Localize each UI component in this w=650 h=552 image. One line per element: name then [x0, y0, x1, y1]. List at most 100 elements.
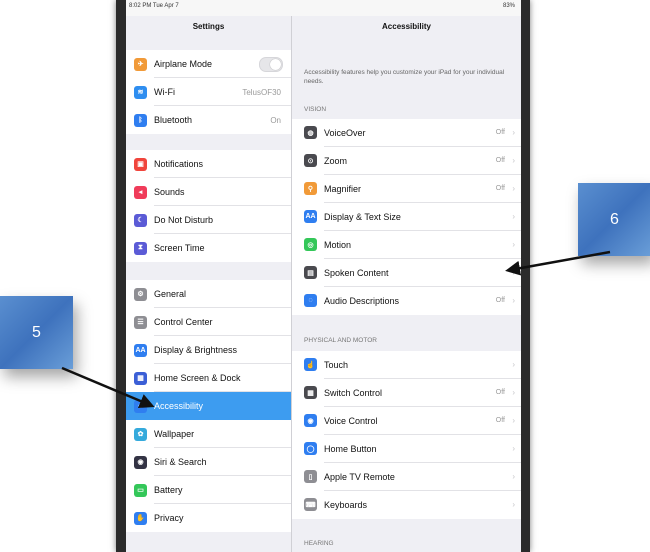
status-time: 8:02 PM Tue Apr 7	[129, 3, 179, 9]
sidebar-item-privacy[interactable]: ✋ Privacy	[126, 504, 291, 532]
sidebar-item-label: Wi-Fi	[154, 87, 175, 97]
sidebar-item-sounds[interactable]: ◂ Sounds	[126, 178, 291, 206]
zoom-icon: ⊙	[304, 154, 317, 167]
sidebar-item-label: General	[154, 289, 187, 299]
sidebar-item-do-not-disturb[interactable]: ☾ Do Not Disturb	[126, 206, 291, 234]
sidebar-item-siri-and-search[interactable]: ◉ Siri & Search	[126, 448, 291, 476]
accessibility-item-home-button[interactable]: ◯ Home Button ›	[292, 435, 521, 463]
sidebar-group: ▣ Notifications ◂ Sounds ☾ Do Not Disturb ⧗ Scr…	[126, 150, 291, 262]
airplane-icon: ✈	[134, 57, 147, 71]
chevron-right-icon: ›	[512, 500, 515, 509]
sidebar-item-airplane-mode[interactable]: ✈ Airplane Mode	[126, 50, 291, 78]
ipad-screen: 8:02 PM Tue Apr 7 83% Settings ✈ Airplane…	[126, 0, 521, 552]
accessibility-item-value: Off	[495, 129, 505, 136]
moon-icon: ☾	[134, 213, 147, 227]
sidebar-item-general[interactable]: ⚙ General	[126, 280, 291, 308]
accessibility-item-keyboards[interactable]: ⌨ Keyboards ›	[292, 491, 521, 519]
accessibility-item-apple-tv-remote[interactable]: ▯ Apple TV Remote ›	[292, 463, 521, 491]
sidebar-item-label: Control Center	[154, 317, 213, 327]
accessibility-item-label: Home Button	[324, 444, 377, 454]
accessibility-item-label: Spoken Content	[324, 268, 389, 278]
sidebar-item-label: Notifications	[154, 159, 204, 169]
sidebar-group: ✈ Airplane Mode ≋ Wi-Fi TelusOF30 ᛒ Bluetooth O…	[126, 50, 291, 134]
display-icon: AA	[134, 343, 147, 357]
accessibility-panel: Accessibility Accessibility features hel…	[292, 16, 521, 552]
accessibility-item-label: VoiceOver	[324, 128, 366, 138]
voice-control-icon: ◉	[304, 414, 317, 427]
sidebar-item-label: Bluetooth	[154, 115, 193, 125]
sidebar-item-label: Screen Time	[154, 243, 205, 253]
panel-title: Accessibility	[382, 22, 431, 31]
sidebar-item-wallpaper[interactable]: ✿ Wallpaper	[126, 420, 291, 448]
gear-icon: ⚙	[134, 287, 147, 301]
accessibility-item-label: Voice Control	[324, 416, 378, 426]
accessibility-item-value: Off	[495, 417, 505, 424]
accessibility-item-magnifier[interactable]: ⚲ Magnifier Off ›	[292, 175, 521, 203]
chevron-right-icon: ›	[512, 388, 515, 397]
accessibility-item-voiceover[interactable]: ◍ VoiceOver Off ›	[292, 119, 521, 147]
accessibility-item-spoken-content[interactable]: ▤ Spoken Content ›	[292, 259, 521, 287]
accessibility-item-value: Off	[495, 297, 505, 304]
keyboard-icon: ⌨	[304, 498, 317, 511]
sidebar-item-battery[interactable]: ▭ Battery	[126, 476, 291, 504]
sidebar-item-control-center[interactable]: ☰ Control Center	[126, 308, 291, 336]
accessibility-icon: ☺	[134, 399, 147, 413]
magnifier-icon: ⚲	[304, 182, 317, 195]
sidebar-item-wi-fi[interactable]: ≋ Wi-Fi TelusOF30	[126, 78, 291, 106]
chevron-right-icon: ›	[512, 212, 515, 221]
sidebar-item-label: Do Not Disturb	[154, 215, 214, 225]
callout-badge-6: 6	[578, 183, 650, 256]
chevron-right-icon: ›	[512, 240, 515, 249]
section-header-physical-and-motor: PHYSICAL AND MOTOR	[304, 337, 377, 344]
battery-icon: ▭	[134, 483, 147, 497]
accessibility-item-display-and-text-size[interactable]: AA Display & Text Size ›	[292, 203, 521, 231]
chevron-right-icon: ›	[512, 416, 515, 425]
callout-number-6: 6	[610, 211, 619, 228]
touch-icon: ☝	[304, 358, 317, 371]
switch-control-icon: ▦	[304, 386, 317, 399]
accessibility-item-label: Magnifier	[324, 184, 362, 194]
home-screen-icon: ▦	[134, 371, 147, 385]
sidebar-group: ⚙ General ☰ Control Center AA Display & Brigh…	[126, 280, 291, 532]
siri-icon: ◉	[134, 455, 147, 469]
callout-badge-5: 5	[0, 296, 73, 369]
sidebar-item-accessibility[interactable]: ☺ Accessibility	[126, 392, 291, 420]
chevron-right-icon: ›	[512, 268, 515, 277]
status-bar: 8:02 PM Tue Apr 7 83%	[126, 0, 521, 16]
sidebar-item-bluetooth[interactable]: ᛒ Bluetooth On	[126, 106, 291, 134]
accessibility-item-label: Touch	[324, 360, 349, 370]
sidebar-item-display-and-brightness[interactable]: AA Display & Brightness	[126, 336, 291, 364]
accessibility-item-motion[interactable]: ◎ Motion ›	[292, 231, 521, 259]
accessibility-item-label: Display & Text Size	[324, 212, 401, 222]
accessibility-item-switch-control[interactable]: ▦ Switch Control Off ›	[292, 379, 521, 407]
accessibility-item-label: Switch Control	[324, 388, 383, 398]
panel-description: Accessibility features help you customiz…	[304, 69, 505, 85]
sidebar-item-notifications[interactable]: ▣ Notifications	[126, 150, 291, 178]
chevron-right-icon: ›	[512, 296, 515, 305]
sidebar-item-value: TelusOF30	[242, 87, 281, 97]
airplane-mode-toggle[interactable]	[259, 56, 283, 72]
chevron-right-icon: ›	[512, 184, 515, 193]
settings-sidebar: Settings ✈ Airplane Mode ≋ Wi-Fi TelusOF30 ᛒ B…	[126, 16, 292, 552]
accessibility-item-touch[interactable]: ☝ Touch ›	[292, 351, 521, 379]
accessibility-item-label: Motion	[324, 240, 352, 250]
accessibility-item-voice-control[interactable]: ◉ Voice Control Off ›	[292, 407, 521, 435]
text-size-icon: AA	[304, 210, 317, 223]
chevron-right-icon: ›	[512, 360, 515, 369]
accessibility-item-zoom[interactable]: ⊙ Zoom Off ›	[292, 147, 521, 175]
remote-icon: ▯	[304, 470, 317, 483]
hourglass-icon: ⧗	[134, 241, 147, 255]
motion-icon: ◎	[304, 238, 317, 251]
sidebar-item-label: Display & Brightness	[154, 345, 238, 355]
spoken-content-icon: ▤	[304, 266, 317, 279]
sidebar-item-label: Sounds	[154, 187, 185, 197]
sidebar-item-home-screen-and-dock[interactable]: ▦ Home Screen & Dock	[126, 364, 291, 392]
callout-number-5: 5	[32, 324, 41, 341]
accessibility-item-audio-descriptions[interactable]: ◌ Audio Descriptions Off ›	[292, 287, 521, 315]
sidebar-item-screen-time[interactable]: ⧗ Screen Time	[126, 234, 291, 262]
accessibility-item-label: Keyboards	[324, 500, 368, 510]
section-header-vision: VISION	[304, 106, 327, 113]
accessibility-item-value: Off	[495, 185, 505, 192]
chevron-right-icon: ›	[512, 128, 515, 137]
bluetooth-icon: ᛒ	[134, 113, 147, 127]
